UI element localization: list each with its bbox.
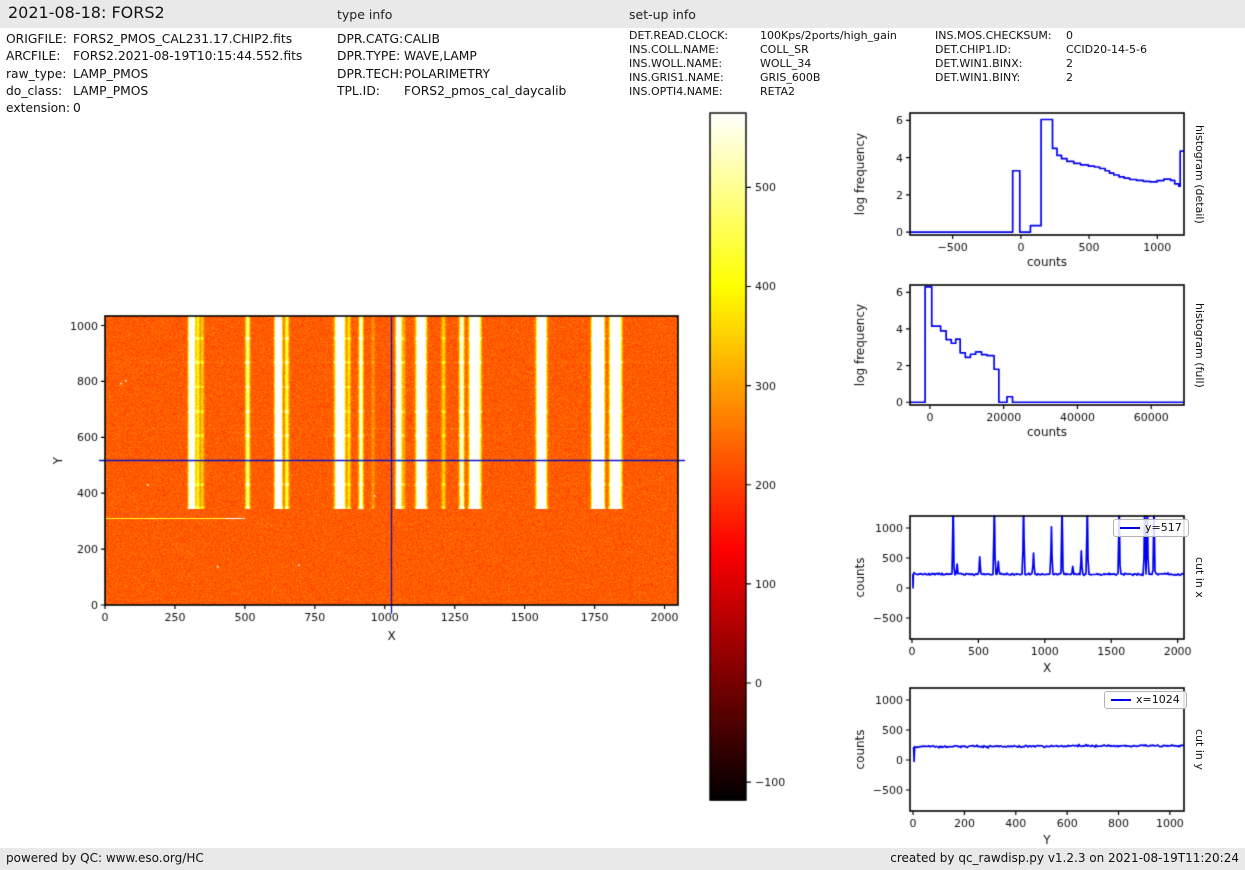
field-value: GRIS_600B — [760, 70, 821, 84]
field-label: ORIGFILE: — [6, 32, 67, 46]
cut-in-y-side-label: cut in y — [1193, 729, 1206, 770]
metadata-row: DPR.TYPE: WAVE,LAMP — [337, 48, 566, 65]
setup-info-heading: set-up info — [629, 7, 696, 22]
qc-report-page: 2021-08-18: FORS2 type info set-up info … — [0, 0, 1245, 870]
field-value: CCID20-14-5-6 — [1066, 42, 1147, 56]
field-value: POLARIMETRY — [404, 66, 490, 81]
metadata-row: DPR.TECH:POLARIMETRY — [337, 66, 566, 83]
field-label: DPR.TYPE: — [337, 49, 401, 64]
field-value: RETA2 — [760, 84, 795, 98]
metadata-row: DET.WIN1.BINY: 2 — [935, 71, 1147, 85]
histogram-detail-side-label: histogram (detail) — [1193, 124, 1206, 224]
field-label: ARCFILE: — [6, 49, 61, 64]
metadata-row: DET.CHIP1.ID: CCID20-14-5-6 — [935, 43, 1147, 57]
field-value: 2 — [1066, 56, 1073, 70]
footer-powered-by: powered by QC: www.eso.org/HC — [6, 851, 204, 865]
field-label: DPR.TECH: — [337, 66, 404, 81]
setup-info-block-2: INS.MOS.CHECKSUM: 0 DET.CHIP1.ID: CCID20-1… — [935, 29, 1147, 85]
field-value: LAMP_PMOS — [73, 66, 149, 81]
field-label: DPR.CATG: — [337, 32, 404, 46]
field-value: CALIB — [404, 32, 440, 46]
field-label: DET.CHIP1.ID: — [935, 42, 1012, 56]
metadata-row: extension: 0 — [6, 100, 302, 117]
setup-info-block-1: DET.READ.CLOCK: 100Kps/2ports/high_gain I… — [629, 29, 897, 99]
field-label: INS.MOS.CHECKSUM: — [935, 29, 1052, 42]
field-label: INS.COLL.NAME: — [629, 42, 719, 56]
metadata-row: INS.GRIS1.NAME: GRIS_600B — [629, 71, 897, 85]
histogram-full-plot — [850, 272, 1245, 447]
legend-line-sample — [1111, 698, 1131, 701]
field-label: extension: — [6, 101, 71, 116]
metadata-row: INS.MOS.CHECKSUM: 0 — [935, 29, 1147, 43]
field-value: 2 — [1066, 70, 1073, 84]
field-value: LAMP_PMOS — [73, 83, 149, 98]
colorbar — [700, 105, 790, 810]
metadata-row: DPR.CATG:CALIB — [337, 31, 566, 48]
field-value: 0 — [1066, 29, 1073, 42]
histogram-detail-plot — [850, 100, 1245, 275]
header-bar: 2021-08-18: FORS2 type info set-up info — [0, 0, 1245, 28]
field-value: WAVE,LAMP — [404, 49, 477, 64]
cut-in-x-legend: y=517 — [1113, 519, 1189, 537]
metadata-row: INS.OPTI4.NAME: RETA2 — [629, 85, 897, 99]
cut-in-y-legend: x=1024 — [1104, 691, 1187, 709]
field-label: do_class: — [6, 83, 63, 98]
legend-label: x=1024 — [1136, 693, 1180, 706]
metadata-row: DET.WIN1.BINX: 2 — [935, 57, 1147, 71]
page-title: 2021-08-18: FORS2 — [8, 3, 165, 22]
metadata-row: raw_type: LAMP_PMOS — [6, 66, 302, 83]
legend-label: y=517 — [1145, 521, 1182, 534]
field-label: INS.WOLL.NAME: — [629, 56, 723, 70]
field-value: COLL_SR — [760, 42, 809, 56]
cut-in-x-side-label: cut in x — [1193, 557, 1206, 598]
field-label: raw_type: — [6, 66, 67, 81]
footer-created-by: created by qc_rawdisp.py v1.2.3 on 2021-… — [890, 851, 1239, 865]
field-value: 100Kps/2ports/high_gain — [760, 29, 897, 42]
metadata-row: INS.WOLL.NAME: WOLL_34 — [629, 57, 897, 71]
field-value: FORS2_pmos_cal_daycalib — [404, 83, 567, 98]
field-value: WOLL_34 — [760, 56, 812, 70]
field-label: DET.READ.CLOCK: — [629, 29, 729, 42]
field-value: FORS2_PMOS_CAL231.17.CHIP2.fits — [73, 32, 293, 46]
field-label: DET.WIN1.BINX: — [935, 56, 1023, 70]
metadata-row: TPL.ID: FORS2_pmos_cal_daycalib — [337, 83, 566, 100]
type-info-heading: type info — [337, 7, 393, 22]
metadata-row: INS.COLL.NAME: COLL_SR — [629, 43, 897, 57]
metadata-row: do_class: LAMP_PMOS — [6, 83, 302, 100]
field-label: TPL.ID: — [337, 83, 380, 98]
metadata-row: ARCFILE: FORS2.2021-08-19T10:15:44.552.fi… — [6, 48, 302, 65]
metadata-row: ORIGFILE: FORS2_PMOS_CAL231.17.CHIP2.fits — [6, 31, 302, 48]
field-label: INS.GRIS1.NAME: — [629, 70, 724, 84]
field-value: FORS2.2021-08-19T10:15:44.552.fits — [73, 49, 303, 64]
file-info-block: ORIGFILE: FORS2_PMOS_CAL231.17.CHIP2.fits… — [6, 31, 302, 117]
histogram-full-side-label: histogram (full) — [1193, 302, 1206, 388]
legend-line-sample — [1120, 526, 1140, 529]
footer-bar: powered by QC: www.eso.org/HC created by… — [0, 848, 1245, 870]
field-label: INS.OPTI4.NAME: — [629, 84, 723, 98]
raw-ccd-image-plot — [30, 300, 700, 650]
metadata-row: DET.READ.CLOCK: 100Kps/2ports/high_gain — [629, 29, 897, 43]
field-label: DET.WIN1.BINY: — [935, 70, 1021, 84]
type-info-block: DPR.CATG:CALIB DPR.TYPE: WAVE,LAMP DPR.TE… — [337, 31, 566, 100]
field-value: 0 — [73, 101, 81, 116]
